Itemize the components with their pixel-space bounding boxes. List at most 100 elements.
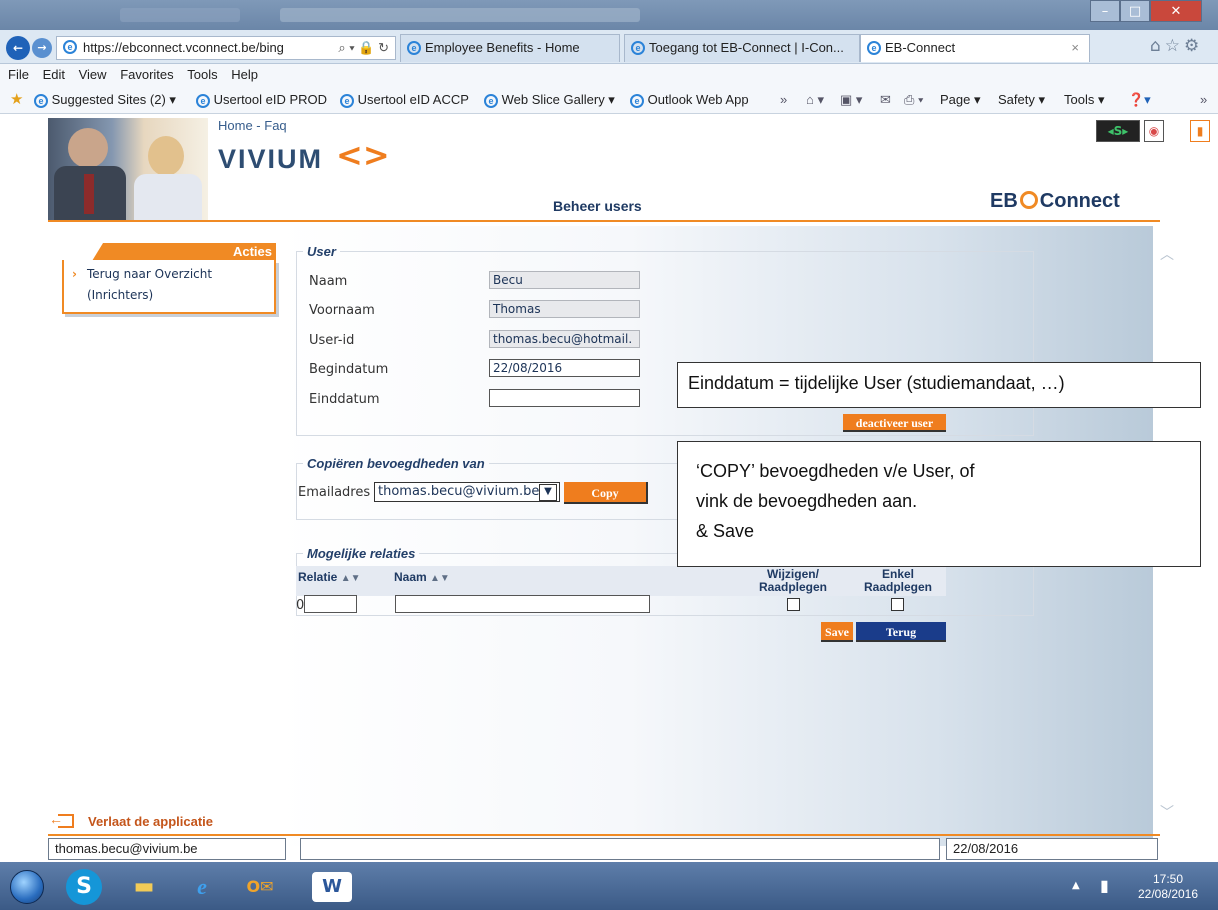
word-icon[interactable]: W <box>312 872 352 902</box>
naam-filter-input[interactable] <box>395 595 650 613</box>
titlebar-blur <box>120 8 240 22</box>
menu-page[interactable]: Page ▾ <box>940 86 981 114</box>
einddatum-field[interactable] <box>489 389 640 407</box>
naam-field[interactable]: Becu <box>489 271 640 289</box>
deactiveer-user-button[interactable]: deactiveer user <box>843 414 946 432</box>
relaties-legend: Mogelijke relaties <box>307 546 416 561</box>
ie-icon: e <box>630 94 644 108</box>
fav-usertool-accp[interactable]: e Usertool eID ACCP <box>340 86 469 114</box>
menu-safety[interactable]: Safety ▾ <box>998 86 1045 114</box>
user-id-field[interactable]: thomas.becu@hotmail. <box>489 330 640 348</box>
verlaat-applicatie-link[interactable]: Verlaat de applicatie <box>49 811 214 829</box>
menu-tools[interactable]: Tools <box>187 67 217 82</box>
fav-web-slice-gallery[interactable]: e Web Slice Gallery ▾ <box>484 86 615 114</box>
relatie-header-label: Relatie <box>298 570 338 584</box>
fav-outlook-web-app[interactable]: e Outlook Web App <box>630 86 749 114</box>
menu-favorites[interactable]: Favorites <box>120 67 173 82</box>
annotation-copy-line2: vink de bevoegdheden aan. <box>696 491 918 511</box>
begindatum-field[interactable]: 22/08/2016 <box>489 359 640 377</box>
titlebar-title-blur <box>280 8 640 22</box>
close-tab-icon[interactable]: × <box>1071 35 1079 61</box>
minimize-button[interactable]: – <box>1090 0 1120 22</box>
terug-button[interactable]: Terug <box>856 622 946 642</box>
sort-icon[interactable]: ▲▼ <box>341 573 361 584</box>
mail-icon[interactable]: ✉ <box>880 86 891 114</box>
tray-expand-icon[interactable]: ▲ <box>1072 880 1080 891</box>
nav-home-link[interactable]: Home <box>218 118 253 133</box>
maximize-button[interactable]: □ <box>1120 0 1150 22</box>
enkel-column-header: Enkel Raadplegen <box>863 567 932 594</box>
relatie-column-header[interactable]: Relatie ▲▼ <box>298 570 361 584</box>
ebconnect-ring-icon <box>1019 191 1038 209</box>
chevron-down-icon[interactable]: ▼ <box>539 484 557 501</box>
forward-button[interactable]: → <box>32 38 52 58</box>
naam-column-header[interactable]: Naam ▲▼ <box>394 570 450 584</box>
annotation-einddatum: Einddatum = tijdelijke User (studiemanda… <box>677 362 1201 408</box>
fav-usertool-prod[interactable]: e Usertool eID PROD <box>196 86 327 114</box>
favorites-star-icon[interactable]: ☆ <box>1165 36 1184 56</box>
skype-icon[interactable]: S <box>66 869 102 905</box>
emailadres-selected: thomas.becu@vivium.be <box>378 484 540 499</box>
fav-suggested-sites[interactable]: e Suggested Sites (2) ▾ <box>34 86 176 114</box>
power-icon[interactable]: ▮ <box>1100 876 1109 895</box>
home-icon[interactable]: ⌂ <box>1150 36 1165 56</box>
file-explorer-icon[interactable]: ▬ <box>120 868 168 906</box>
nav-faq-link[interactable]: Faq <box>264 118 286 133</box>
ie-icon: e <box>196 94 210 108</box>
feeds-icon[interactable]: ▣ ▾ <box>840 86 862 114</box>
terug-naar-overzicht-link[interactable]: › Terug naar Overzicht (Inrichters) <box>72 264 217 306</box>
voornaam-field[interactable]: Thomas <box>489 300 640 318</box>
clock[interactable]: 17:50 22/08/2016 <box>1126 872 1210 902</box>
vivium-logo-mark: <> <box>336 136 390 174</box>
enkel-raadplegen-checkbox[interactable] <box>891 598 904 611</box>
menu-help[interactable]: Help <box>231 67 258 82</box>
wijzigen-column-header: Wijzigen/ Raadplegen <box>758 567 827 594</box>
status-user: thomas.becu@vivium.be <box>48 838 286 860</box>
tab-toegang-eb-connect[interactable]: e Toegang tot EB-Connect | I-Con... <box>624 34 860 62</box>
menu-view[interactable]: View <box>79 67 107 82</box>
security-icon[interactable]: ◂S▸ <box>1096 120 1140 142</box>
copy-button[interactable]: Copy <box>564 482 648 504</box>
help-icon[interactable]: ❓▾ <box>1128 86 1151 114</box>
favorites-star-icon[interactable]: ★ <box>10 86 23 114</box>
internet-explorer-icon[interactable]: e <box>178 868 226 906</box>
menu-file[interactable]: File <box>8 67 29 82</box>
outlook-icon[interactable]: O✉ <box>236 868 284 906</box>
command-bar-chevron-icon[interactable]: » <box>1200 86 1207 114</box>
menu-edit[interactable]: Edit <box>43 67 65 82</box>
tab-label: Employee Benefits - Home <box>425 40 580 55</box>
exit-label: Verlaat de applicatie <box>88 814 214 829</box>
sort-icon[interactable]: ▲▼ <box>430 573 450 584</box>
command-bar-chevron-icon[interactable]: » <box>780 86 787 114</box>
help-lifebuoy-icon[interactable]: ◉ <box>1144 120 1164 142</box>
begindatum-label: Begindatum <box>309 362 389 377</box>
ie-icon: e <box>407 41 421 55</box>
close-button[interactable]: ✕ <box>1150 0 1202 22</box>
browser-navigation-bar: ← → e https://ebconnect.vconnect.be/bing… <box>0 30 1218 64</box>
exit-door-icon[interactable]: ▮ <box>1190 120 1210 142</box>
ebconnect-logo-left: EB <box>990 190 1018 212</box>
save-button[interactable]: Save <box>821 622 853 642</box>
address-url: https://ebconnect.vconnect.be/bing <box>83 40 284 55</box>
naam-label: Naam <box>309 274 348 289</box>
gear-icon[interactable]: ⚙ <box>1184 36 1203 56</box>
ie-icon: e <box>484 94 498 108</box>
relatie-filter-input[interactable] <box>304 595 357 613</box>
scroll-up-icon[interactable]: ︿ <box>1160 244 1174 264</box>
scroll-down-icon[interactable]: ﹀ <box>1160 802 1174 822</box>
tab-label: Toegang tot EB-Connect | I-Con... <box>649 40 844 55</box>
emailadres-select[interactable]: thomas.becu@vivium.be ▼ <box>374 482 560 502</box>
ie-icon: e <box>34 94 48 108</box>
print-icon[interactable]: ⎙ ▾ <box>904 86 923 114</box>
address-bar[interactable]: e https://ebconnect.vconnect.be/bing ⌕ ▾… <box>56 36 396 60</box>
windows-taskbar: S ▬ e O✉ W ▲ ▮ 17:50 22/08/2016 <box>0 862 1218 910</box>
tab-employee-benefits[interactable]: e Employee Benefits - Home <box>400 34 620 62</box>
home-icon[interactable]: ⌂ ▾ <box>806 86 824 114</box>
tab-eb-connect[interactable]: e EB-Connect × <box>860 34 1090 62</box>
voornaam-label: Voornaam <box>309 303 375 318</box>
start-button[interactable] <box>10 870 44 904</box>
wijzigen-checkbox[interactable] <box>787 598 800 611</box>
menu-tools-cmd[interactable]: Tools ▾ <box>1064 86 1105 114</box>
tab-label: EB-Connect <box>885 40 956 55</box>
back-button[interactable]: ← <box>6 36 30 60</box>
